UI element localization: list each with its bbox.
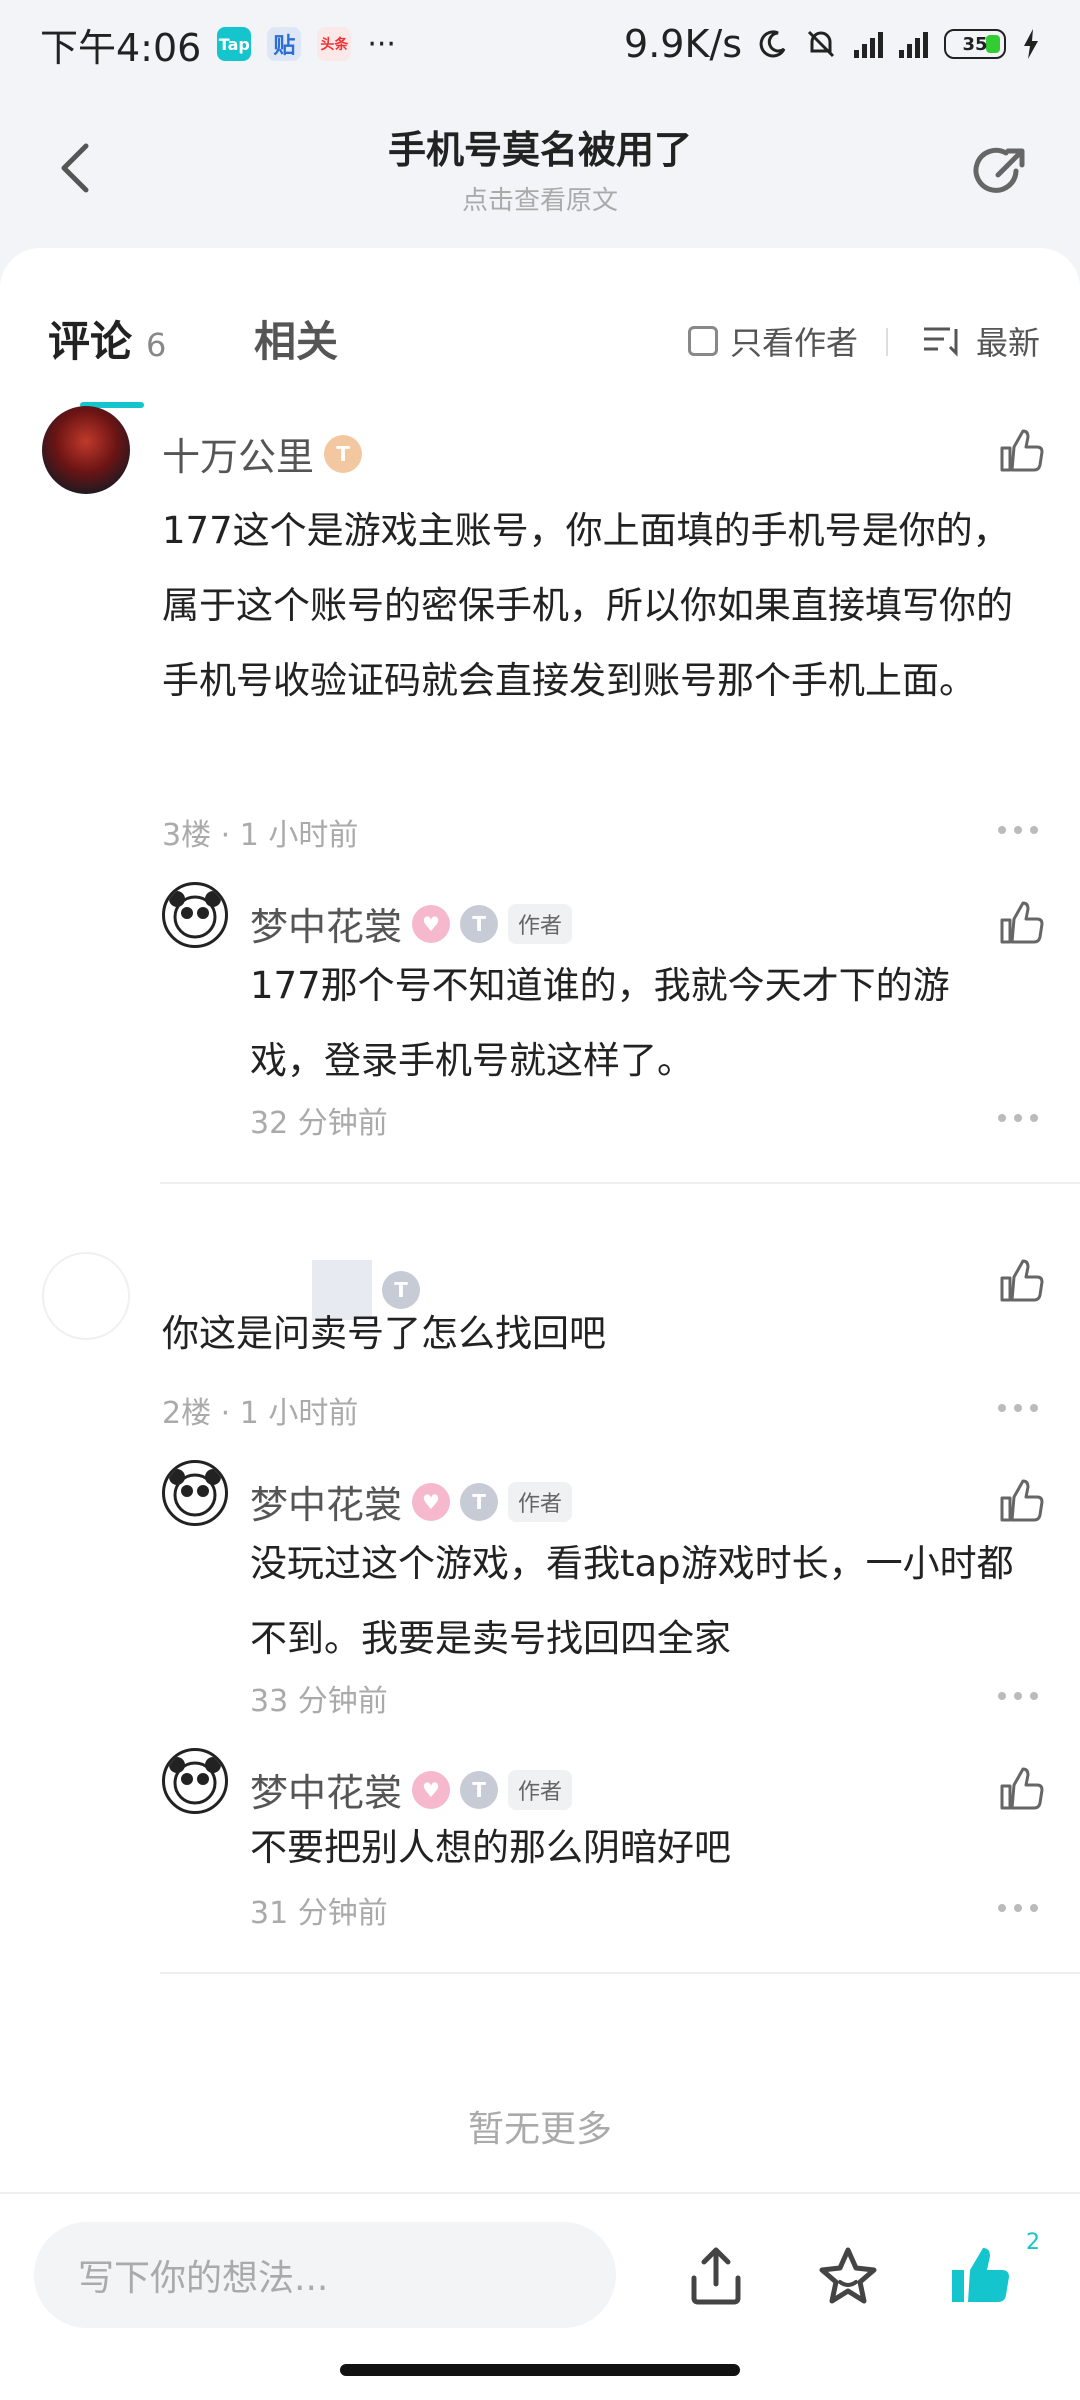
title-bar: 手机号莫名被用了 点击查看原文 — [0, 88, 1080, 248]
reply-text: 不要把别人想的那么阴暗好吧 — [250, 1826, 731, 1869]
comment-input[interactable]: 写下你的想法... — [34, 2222, 616, 2328]
share-upload-icon[interactable] — [684, 2244, 748, 2308]
no-more-text: 暂无更多 — [467, 2109, 612, 2150]
moon-icon — [759, 30, 786, 58]
reply-time: 32 分钟前 — [250, 1106, 388, 1141]
sort-button[interactable]: 最新 — [922, 318, 1040, 364]
floor-label: 2楼 — [162, 1396, 212, 1431]
more-options-icon[interactable] — [998, 1404, 1038, 1416]
reply-avatar[interactable] — [162, 1460, 228, 1526]
tieba-app-icon: 贴 — [267, 27, 302, 61]
share-icon[interactable] — [970, 143, 1030, 203]
status-bar: 下午4:06 Tap 贴 头条 ··· 9.9K/s 35 — [0, 0, 1080, 88]
level-badge-icon: T — [460, 1482, 499, 1521]
reply-time: 31 分钟前 — [250, 1896, 388, 1931]
author-tag: 作者 — [508, 1481, 573, 1522]
status-time: 下午4:06 — [40, 25, 202, 70]
comment-divider — [160, 1972, 1080, 1974]
comments-count: 6 — [146, 326, 167, 364]
like-filled-icon[interactable] — [948, 2244, 1012, 2308]
username-text: 梦中花裳 — [250, 905, 403, 949]
author-tag: 作者 — [508, 1769, 573, 1810]
author-only-toggle[interactable]: 只看作者 — [687, 318, 858, 364]
title-block[interactable]: 手机号莫名被用了 点击查看原文 — [388, 119, 692, 217]
level-badge-icon: T — [460, 1770, 499, 1809]
reply-username[interactable]: 梦中花裳 ♥ T 作者 — [250, 1474, 573, 1529]
more-options-icon[interactable] — [998, 1904, 1038, 1916]
toutiao-app-icon: 头条 — [317, 27, 352, 61]
tap-app-icon: Tap — [217, 27, 252, 61]
more-options-icon[interactable] — [998, 1114, 1038, 1126]
level-badge-icon: T — [460, 904, 499, 943]
bottom-action-bar: 写下你的想法... 2 — [0, 2192, 1080, 2400]
like-icon[interactable] — [998, 1478, 1044, 1524]
more-options-icon[interactable] — [998, 1692, 1038, 1704]
username-text: 梦中花裳 — [250, 1771, 403, 1815]
reply-avatar[interactable] — [162, 1748, 228, 1814]
checkbox-icon — [687, 326, 718, 356]
more-notifications-icon: ··· — [367, 26, 396, 62]
like-icon[interactable] — [998, 900, 1044, 946]
author-only-label: 只看作者 — [729, 324, 858, 362]
comment-text: 你这是问卖号了怎么找回吧 — [162, 1312, 606, 1355]
net-speed: 9.9K/s — [624, 22, 742, 66]
medal-badge-icon: ♥ — [412, 1770, 451, 1809]
back-icon[interactable] — [50, 138, 100, 198]
charging-icon — [1024, 29, 1038, 59]
username-text: 梦中花裳 — [250, 1483, 403, 1527]
home-indicator[interactable] — [340, 2364, 740, 2376]
tab-related[interactable]: 相关 — [254, 308, 338, 369]
tab-comments[interactable]: 评论 6 — [48, 308, 166, 369]
page-title: 手机号莫名被用了 — [387, 128, 692, 172]
like-icon[interactable] — [998, 1766, 1044, 1812]
reply-username[interactable]: 梦中花裳 ♥ T 作者 — [250, 1762, 573, 1817]
battery-icon: 35 — [944, 29, 1006, 59]
reply-avatar[interactable] — [162, 882, 228, 948]
avatar[interactable] — [42, 406, 130, 494]
avatar[interactable] — [42, 1252, 130, 1340]
medal-badge-icon: ♥ — [412, 1482, 451, 1521]
author-tag: 作者 — [508, 903, 573, 944]
sort-label: 最新 — [975, 324, 1040, 362]
tab-bar: 评论 6 相关 只看作者 最新 — [0, 278, 1080, 408]
reply-time: 33 分钟前 — [250, 1684, 388, 1719]
comment-meta: 2楼 · 1 小时前 — [162, 1396, 359, 1431]
like-count: 2 — [1026, 2230, 1040, 2255]
more-options-icon[interactable] — [998, 826, 1038, 838]
sort-icon — [923, 327, 958, 357]
comment-meta: 3楼 · 1 小时前 — [162, 818, 359, 853]
comments-panel: 评论 6 相关 只看作者 最新 十万公里 T 177这个是游戏主账号，你上面填的手… — [0, 248, 1080, 2400]
reply-username[interactable]: 梦中花裳 ♥ T 作者 — [250, 896, 573, 951]
like-icon[interactable] — [998, 428, 1044, 474]
username-text: 十万公里 — [162, 435, 315, 479]
tab-comments-label: 评论 — [48, 317, 133, 366]
favorite-star-icon[interactable] — [816, 2244, 880, 2308]
signal-5g-icon — [854, 30, 883, 58]
comment-divider — [160, 1182, 1080, 1184]
comment-username[interactable]: 十万公里 T — [162, 426, 363, 481]
floor-label: 3楼 — [162, 818, 212, 853]
reply-text: 177那个号不知道谁的，我就今天才下的游戏，登录手机号就这样了。 — [250, 964, 950, 1082]
comment-time: 1 小时前 — [239, 818, 359, 853]
filter-divider — [886, 328, 888, 356]
view-original-link[interactable]: 点击查看原文 — [388, 180, 692, 217]
level-badge-icon: T — [324, 434, 363, 473]
medal-badge-icon: ♥ — [412, 904, 451, 943]
mute-bell-icon — [807, 30, 835, 58]
signal-5g-icon-2 — [899, 30, 928, 58]
comment-time: 1 小时前 — [239, 1396, 359, 1431]
comment-text: 177这个是游戏主账号，你上面填的手机号是你的，属于这个账号的密保手机，所以你如… — [162, 509, 1013, 702]
reply-text: 没玩过这个游戏，看我tap游戏时长，一小时都不到。我要是卖号找回四全家 — [250, 1542, 1014, 1660]
